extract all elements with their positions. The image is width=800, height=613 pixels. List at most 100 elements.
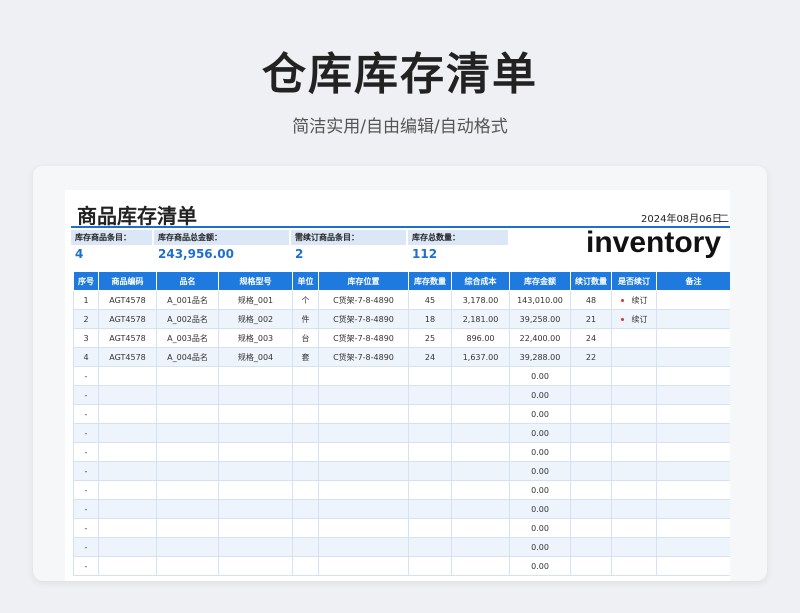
cell-notes[interactable] <box>656 385 730 405</box>
cell-code[interactable] <box>98 556 157 576</box>
column-header-quantity[interactable]: 库存数量 <box>408 271 452 291</box>
cell-index[interactable]: - <box>73 385 99 405</box>
cell-cost[interactable] <box>451 518 510 538</box>
cell-spec[interactable] <box>218 442 293 462</box>
cell-amount[interactable]: 0.00 <box>509 480 571 500</box>
cell-spec[interactable] <box>218 461 293 481</box>
cell-spec[interactable]: 规格_002 <box>218 309 293 329</box>
cell-name[interactable] <box>156 480 219 500</box>
cell-reorder-qty[interactable] <box>570 442 612 462</box>
cell-quantity[interactable] <box>408 537 452 557</box>
cell-name[interactable] <box>156 404 219 424</box>
cell-reorder-qty[interactable]: 24 <box>570 328 612 348</box>
cell-unit[interactable] <box>292 518 319 538</box>
cell-index[interactable]: - <box>73 480 99 500</box>
cell-reorder-flag[interactable] <box>611 404 657 424</box>
cell-unit[interactable] <box>292 404 319 424</box>
cell-amount[interactable]: 0.00 <box>509 499 571 519</box>
cell-quantity[interactable] <box>408 366 452 386</box>
cell-code[interactable] <box>98 537 157 557</box>
cell-spec[interactable] <box>218 556 293 576</box>
cell-cost[interactable] <box>451 461 510 481</box>
cell-notes[interactable] <box>656 423 730 443</box>
cell-notes[interactable] <box>656 556 730 576</box>
cell-spec[interactable] <box>218 385 293 405</box>
cell-notes[interactable] <box>656 309 730 329</box>
cell-quantity[interactable]: 18 <box>408 309 452 329</box>
cell-amount[interactable]: 0.00 <box>509 556 571 576</box>
cell-index[interactable]: - <box>73 537 99 557</box>
cell-unit[interactable]: 套 <box>292 347 319 367</box>
cell-cost[interactable] <box>451 556 510 576</box>
cell-cost[interactable] <box>451 423 510 443</box>
cell-name[interactable] <box>156 461 219 481</box>
cell-code[interactable]: AGT4578 <box>98 309 157 329</box>
cell-amount[interactable]: 0.00 <box>509 404 571 424</box>
cell-amount[interactable]: 39,288.00 <box>509 347 571 367</box>
cell-location[interactable]: C货架-7-8-4890 <box>318 290 409 310</box>
cell-reorder-flag[interactable] <box>611 499 657 519</box>
column-header-code[interactable]: 商品编码 <box>98 271 157 291</box>
cell-cost[interactable] <box>451 404 510 424</box>
cell-reorder-flag[interactable] <box>611 385 657 405</box>
cell-amount[interactable]: 22,400.00 <box>509 328 571 348</box>
cell-location[interactable] <box>318 366 409 386</box>
cell-index[interactable]: - <box>73 461 99 481</box>
cell-reorder-qty[interactable] <box>570 499 612 519</box>
cell-quantity[interactable] <box>408 556 452 576</box>
cell-spec[interactable] <box>218 518 293 538</box>
cell-amount[interactable]: 0.00 <box>509 385 571 405</box>
cell-spec[interactable] <box>218 537 293 557</box>
cell-notes[interactable] <box>656 537 730 557</box>
cell-quantity[interactable]: 45 <box>408 290 452 310</box>
cell-index[interactable]: - <box>73 366 99 386</box>
cell-name[interactable] <box>156 366 219 386</box>
cell-reorder-qty[interactable]: 48 <box>570 290 612 310</box>
cell-code[interactable] <box>98 461 157 481</box>
cell-unit[interactable] <box>292 385 319 405</box>
cell-location[interactable]: C货架-7-8-4890 <box>318 309 409 329</box>
cell-notes[interactable] <box>656 404 730 424</box>
cell-cost[interactable] <box>451 442 510 462</box>
cell-code[interactable]: AGT4578 <box>98 290 157 310</box>
cell-location[interactable] <box>318 404 409 424</box>
cell-cost[interactable] <box>451 385 510 405</box>
cell-reorder-flag[interactable] <box>611 556 657 576</box>
cell-amount[interactable]: 143,010.00 <box>509 290 571 310</box>
cell-spec[interactable]: 规格_003 <box>218 328 293 348</box>
cell-location[interactable] <box>318 442 409 462</box>
cell-unit[interactable]: 个 <box>292 290 319 310</box>
cell-spec[interactable] <box>218 423 293 443</box>
cell-quantity[interactable] <box>408 423 452 443</box>
cell-spec[interactable]: 规格_001 <box>218 290 293 310</box>
cell-cost[interactable] <box>451 537 510 557</box>
cell-reorder-flag[interactable] <box>611 461 657 481</box>
cell-amount[interactable]: 39,258.00 <box>509 309 571 329</box>
cell-reorder-qty[interactable] <box>570 480 612 500</box>
cell-code[interactable] <box>98 423 157 443</box>
cell-unit[interactable] <box>292 537 319 557</box>
cell-index[interactable]: - <box>73 442 99 462</box>
column-header-name[interactable]: 品名 <box>156 271 219 291</box>
cell-location[interactable] <box>318 556 409 576</box>
cell-unit[interactable] <box>292 556 319 576</box>
cell-amount[interactable]: 0.00 <box>509 423 571 443</box>
cell-reorder-qty[interactable] <box>570 461 612 481</box>
cell-amount[interactable]: 0.00 <box>509 518 571 538</box>
cell-index[interactable]: - <box>73 404 99 424</box>
cell-reorder-flag[interactable] <box>611 518 657 538</box>
cell-cost[interactable]: 1,637.00 <box>451 347 510 367</box>
cell-reorder-qty[interactable] <box>570 385 612 405</box>
cell-spec[interactable] <box>218 480 293 500</box>
cell-amount[interactable]: 0.00 <box>509 366 571 386</box>
cell-code[interactable] <box>98 385 157 405</box>
cell-code[interactable] <box>98 518 157 538</box>
cell-name[interactable] <box>156 499 219 519</box>
cell-reorder-flag[interactable] <box>611 537 657 557</box>
cell-cost[interactable]: 2,181.00 <box>451 309 510 329</box>
cell-reorder-qty[interactable]: 22 <box>570 347 612 367</box>
cell-quantity[interactable] <box>408 442 452 462</box>
cell-notes[interactable] <box>656 366 730 386</box>
cell-quantity[interactable] <box>408 385 452 405</box>
column-header-cost[interactable]: 综合成本 <box>451 271 510 291</box>
